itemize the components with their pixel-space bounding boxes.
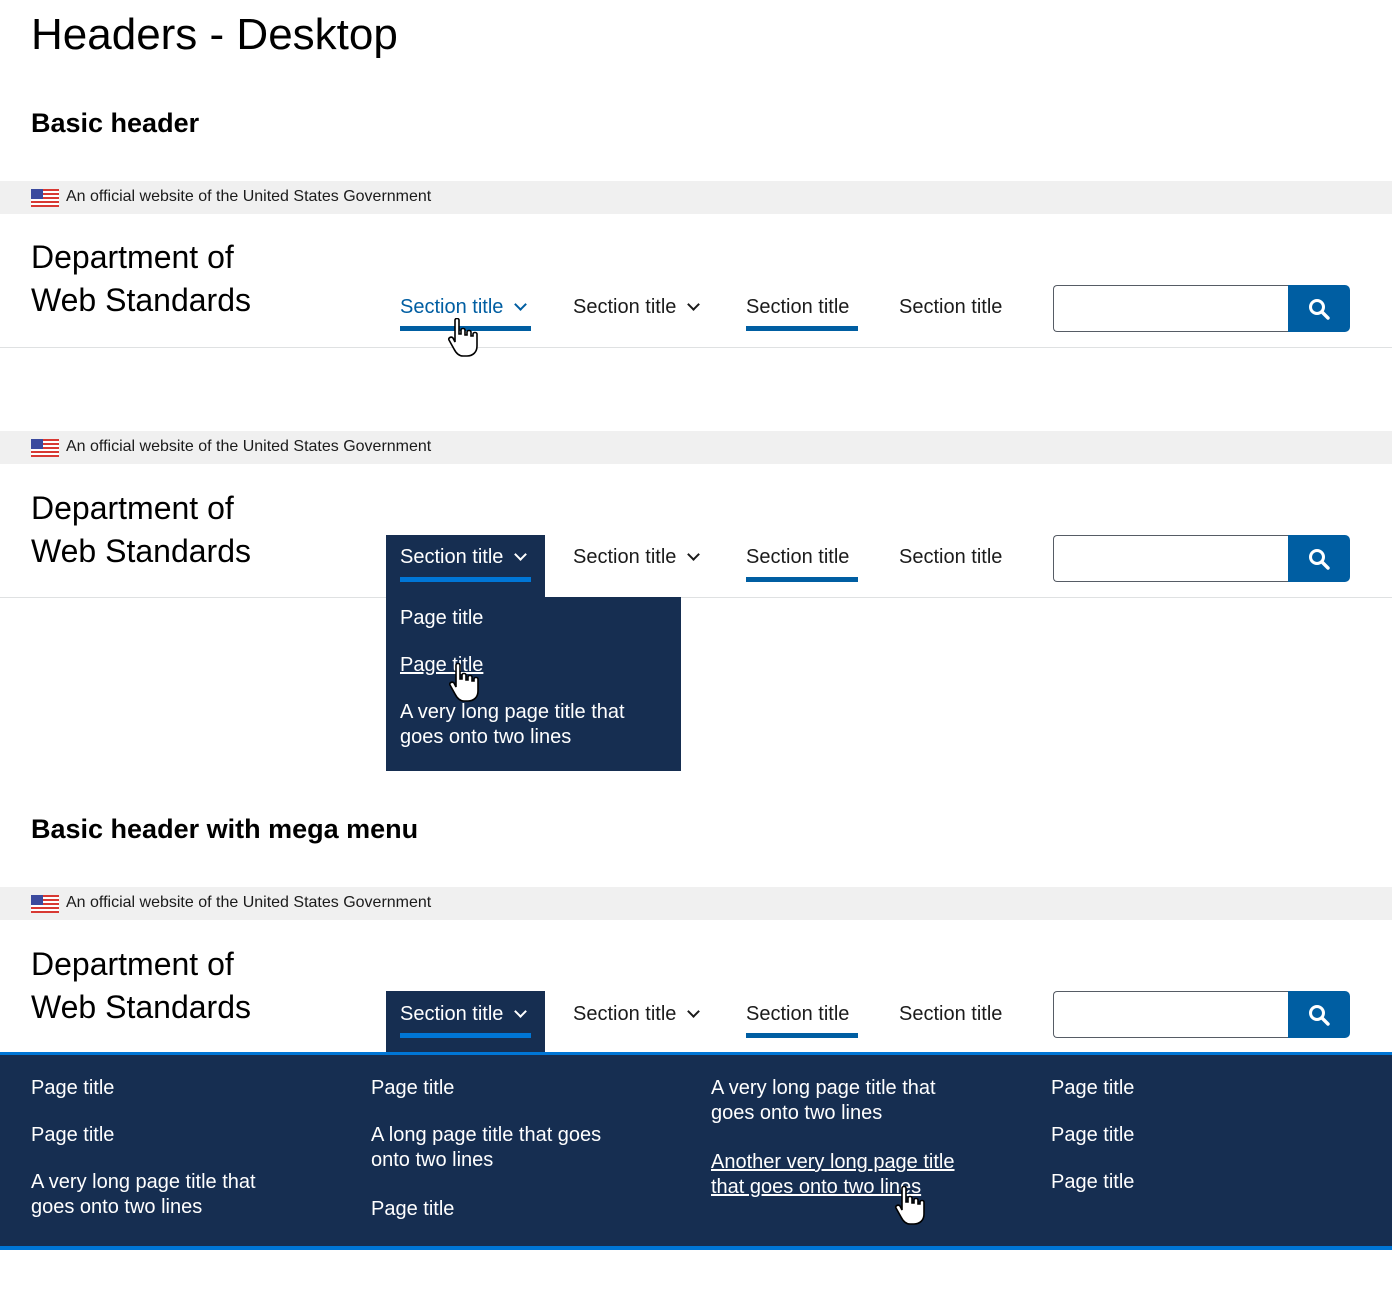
nav-item-label: Section title bbox=[899, 296, 1003, 318]
nav-item-label: Section title bbox=[746, 546, 850, 568]
hand-cursor-icon bbox=[895, 1186, 925, 1225]
nav-item-label: Section title bbox=[400, 1003, 504, 1025]
search-button[interactable] bbox=[1288, 991, 1350, 1038]
nav-item-label: Section title bbox=[899, 1003, 1003, 1025]
nav-item-label: Section title bbox=[573, 1003, 677, 1025]
search-button[interactable] bbox=[1288, 535, 1350, 582]
mega-menu-link[interactable]: Page title bbox=[31, 1123, 114, 1148]
site-title-line2: Web Standards bbox=[31, 282, 251, 318]
mega-menu-link-line: goes onto two lines bbox=[31, 1196, 203, 1218]
banner-text: An official website of the United States… bbox=[66, 894, 432, 911]
search-input[interactable] bbox=[1053, 991, 1289, 1038]
header-divider bbox=[0, 597, 1392, 598]
mega-menu-link-line: Another very long page title bbox=[711, 1151, 955, 1173]
site-title-line1: Department of bbox=[31, 490, 234, 526]
mega-menu-link-line: goes onto two lines bbox=[711, 1102, 883, 1124]
mega-menu-link-long[interactable]: A long page title that goes onto two lin… bbox=[371, 1123, 601, 1173]
nav-item-label: Section title bbox=[573, 296, 677, 318]
nav-item-current-underline bbox=[746, 1033, 858, 1038]
hand-cursor-icon bbox=[449, 663, 479, 702]
chevron-down-icon bbox=[514, 548, 528, 561]
us-flag-icon bbox=[31, 895, 59, 913]
mega-menu-link[interactable]: Page title bbox=[371, 1197, 454, 1222]
banner-text: An official website of the United States… bbox=[66, 188, 432, 205]
dropdown-link-line: goes onto two lines bbox=[400, 726, 572, 748]
nav-item-label: Section title bbox=[746, 1003, 850, 1025]
search-icon bbox=[1309, 1004, 1330, 1026]
gov-banner: An official website of the United States… bbox=[0, 887, 1392, 920]
search-input[interactable] bbox=[1053, 535, 1289, 582]
mega-menu-link-line: A long page title that goes bbox=[371, 1124, 602, 1146]
mega-menu-link-long[interactable]: A very long page title that goes onto tw… bbox=[31, 1170, 256, 1220]
nav-item-1-open[interactable]: Section title bbox=[400, 1003, 528, 1026]
section-heading-mega: Basic header with mega menu bbox=[31, 814, 419, 844]
site-title[interactable]: Department of Web Standards bbox=[31, 943, 251, 1029]
search-icon bbox=[1309, 548, 1330, 570]
gov-banner: An official website of the United States… bbox=[0, 431, 1392, 464]
nav-item-current-underline bbox=[746, 577, 858, 582]
gov-banner: An official website of the United States… bbox=[0, 181, 1392, 214]
mega-menu bbox=[0, 1052, 1392, 1250]
mega-menu-link[interactable]: Page title bbox=[1051, 1123, 1134, 1148]
site-title[interactable]: Department of Web Standards bbox=[31, 236, 251, 322]
chevron-down-icon bbox=[687, 548, 701, 561]
header-divider bbox=[0, 347, 1392, 348]
mega-menu-link[interactable]: Page title bbox=[1051, 1170, 1134, 1195]
nav-item-1[interactable]: Section title bbox=[400, 296, 528, 319]
search-icon bbox=[1309, 298, 1330, 320]
nav-item-1-open[interactable]: Section title bbox=[400, 546, 528, 569]
nav-item-label: Section title bbox=[400, 296, 504, 318]
us-flag-icon bbox=[31, 439, 59, 457]
mega-menu-link[interactable]: Page title bbox=[371, 1076, 454, 1101]
chevron-down-icon bbox=[687, 1005, 701, 1018]
nav-item-current-underline bbox=[746, 326, 858, 331]
mega-menu-link-long[interactable]: A very long page title that goes onto tw… bbox=[711, 1076, 936, 1126]
nav-item-label: Section title bbox=[899, 546, 1003, 568]
search-button[interactable] bbox=[1288, 285, 1350, 332]
site-title[interactable]: Department of Web Standards bbox=[31, 487, 251, 573]
us-flag-icon bbox=[31, 189, 59, 207]
site-title-line1: Department of bbox=[31, 239, 234, 275]
nav-item-active-underline bbox=[400, 577, 531, 582]
nav-item-3[interactable]: Section title bbox=[746, 296, 849, 319]
dropdown-link-line: A very long page title that bbox=[400, 701, 625, 723]
mega-menu-link-line: onto two lines bbox=[371, 1149, 494, 1171]
chevron-down-icon bbox=[514, 1005, 528, 1018]
nav-item-2[interactable]: Section title bbox=[573, 546, 701, 569]
dropdown-link-long[interactable]: A very long page title that goes onto tw… bbox=[400, 700, 625, 750]
section-heading-basic: Basic header bbox=[31, 108, 200, 138]
hand-cursor-icon bbox=[448, 318, 478, 357]
site-title-line1: Department of bbox=[31, 946, 234, 982]
chevron-down-icon bbox=[687, 298, 701, 311]
nav-item-4[interactable]: Section title bbox=[899, 296, 1002, 319]
nav-item-active-underline bbox=[400, 1033, 531, 1038]
search-input[interactable] bbox=[1053, 285, 1289, 332]
mega-menu-link-line: A very long page title that bbox=[711, 1077, 936, 1099]
banner-text: An official website of the United States… bbox=[66, 438, 432, 455]
nav-item-2[interactable]: Section title bbox=[573, 296, 701, 319]
dropdown-link[interactable]: Page title bbox=[400, 606, 483, 631]
nav-item-4[interactable]: Section title bbox=[899, 546, 1002, 569]
site-title-line2: Web Standards bbox=[31, 533, 251, 569]
site-title-line2: Web Standards bbox=[31, 989, 251, 1025]
nav-item-label: Section title bbox=[573, 546, 677, 568]
nav-item-label: Section title bbox=[746, 296, 850, 318]
nav-item-3[interactable]: Section title bbox=[746, 546, 849, 569]
page-title: Headers - Desktop bbox=[31, 10, 398, 59]
mega-menu-link[interactable]: Page title bbox=[31, 1076, 114, 1101]
nav-item-4[interactable]: Section title bbox=[899, 1003, 1002, 1026]
mega-menu-link-line: A very long page title that bbox=[31, 1171, 256, 1193]
nav-item-3[interactable]: Section title bbox=[746, 1003, 849, 1026]
chevron-down-icon bbox=[514, 298, 528, 311]
nav-item-2[interactable]: Section title bbox=[573, 1003, 701, 1026]
mega-menu-link[interactable]: Page title bbox=[1051, 1076, 1134, 1101]
nav-item-label: Section title bbox=[400, 546, 504, 568]
